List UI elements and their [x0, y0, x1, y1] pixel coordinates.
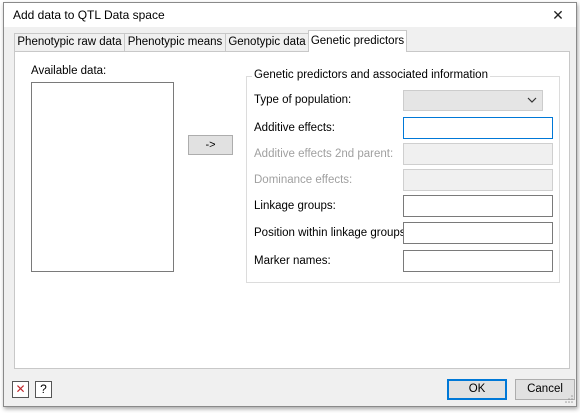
additive-effects-field[interactable]	[403, 117, 553, 139]
linkage-groups-field[interactable]	[403, 195, 553, 217]
genetic-predictors-group: Genetic predictors and associated inform…	[246, 69, 560, 283]
dialog-footer: ✕ ? OK Cancel	[4, 375, 576, 405]
resize-grip-icon[interactable]	[564, 394, 574, 404]
clear-icon[interactable]: ✕	[12, 381, 29, 398]
position-within-linkage-groups-field[interactable]	[403, 222, 553, 244]
available-data-label: Available data:	[31, 65, 107, 77]
window-title: Add data to QTL Data space	[13, 8, 165, 22]
tab-phenotypic-raw-data[interactable]: Phenotypic raw data	[14, 33, 125, 51]
dominance-effects-label: Dominance effects:	[254, 174, 353, 186]
position-within-linkage-groups-label: Position within linkage groups:	[254, 227, 409, 239]
tab-phenotypic-means[interactable]: Phenotypic means	[124, 33, 226, 51]
additive-effects-label: Additive effects:	[254, 122, 335, 134]
group-title: Genetic predictors and associated inform…	[252, 69, 490, 81]
move-to-field-button[interactable]: ->	[188, 135, 233, 155]
type-of-population-label: Type of population:	[254, 94, 352, 106]
marker-names-label: Marker names:	[254, 255, 331, 267]
marker-names-field[interactable]	[403, 250, 553, 272]
additive-effects-2nd-parent-label: Additive effects 2nd parent:	[254, 148, 394, 160]
additive-effects-2nd-parent-field	[403, 143, 553, 165]
dialog-window: Add data to QTL Data space ✕ Phenotypic …	[3, 2, 577, 407]
linkage-groups-label: Linkage groups:	[254, 200, 336, 212]
available-data-list[interactable]	[31, 82, 174, 272]
tab-genetic-predictors[interactable]: Genetic predictors	[308, 30, 407, 52]
tab-panel-genetic-predictors: Available data: -> Genetic predictors an…	[14, 51, 570, 369]
chevron-down-icon	[527, 97, 537, 103]
tab-genotypic-data[interactable]: Genotypic data	[225, 33, 309, 51]
close-icon[interactable]: ✕	[546, 4, 570, 26]
type-of-population-select[interactable]	[403, 90, 543, 111]
help-icon[interactable]: ?	[35, 381, 52, 398]
title-bar[interactable]: Add data to QTL Data space ✕	[4, 3, 576, 27]
ok-button[interactable]: OK	[447, 379, 507, 400]
dominance-effects-field	[403, 169, 553, 191]
